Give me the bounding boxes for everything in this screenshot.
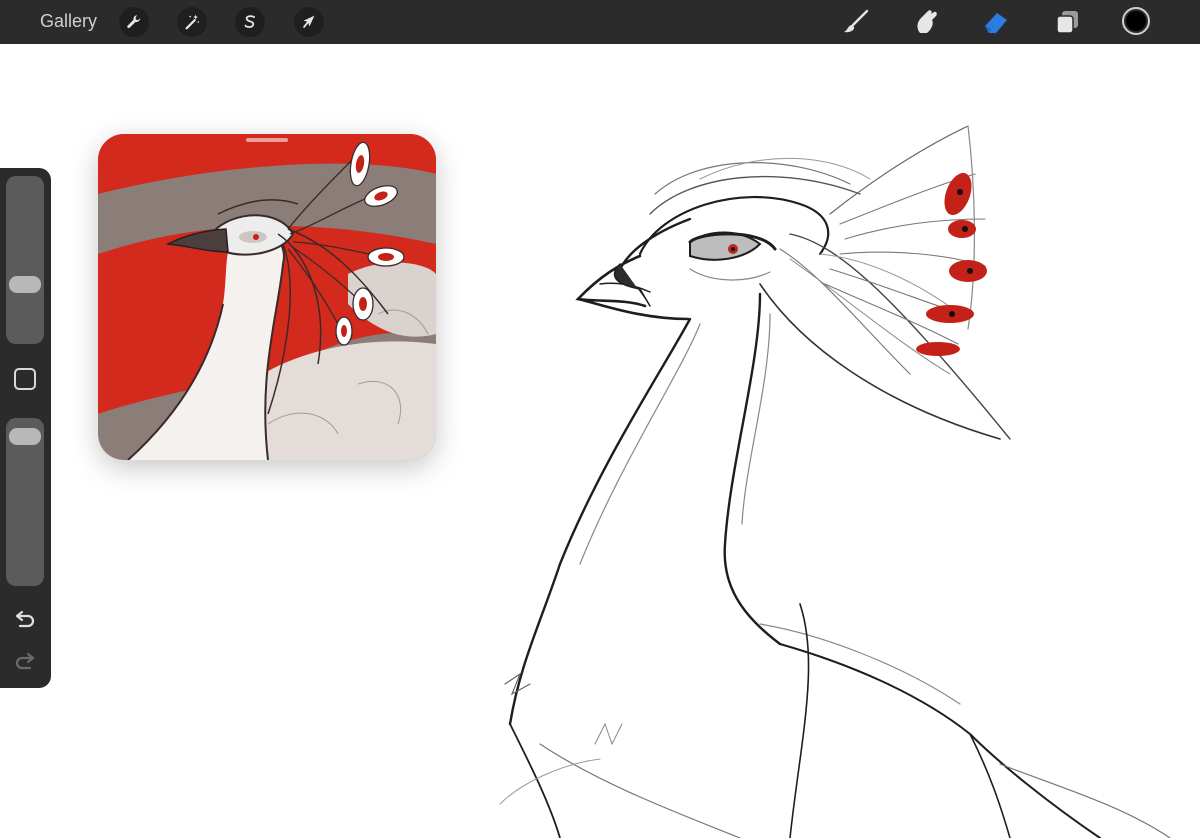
top-toolbar: Gallery (0, 0, 1200, 44)
opacity-thumb[interactable] (9, 428, 41, 446)
adjustments-wand-button[interactable] (177, 7, 207, 37)
reference-drag-handle[interactable] (246, 138, 288, 142)
layers-button[interactable] (1052, 6, 1084, 38)
modify-button[interactable] (14, 368, 36, 390)
transform-button[interactable] (294, 7, 324, 37)
redo-button[interactable] (13, 652, 37, 672)
smudge-finger-icon (917, 10, 937, 33)
brush-size-slider[interactable] (6, 176, 44, 344)
gallery-button[interactable]: Gallery (40, 11, 97, 32)
brush-icon (844, 9, 869, 33)
reference-image (98, 134, 436, 460)
selection-button[interactable] (235, 7, 265, 37)
smudge-button[interactable] (910, 6, 942, 38)
undo-icon (15, 610, 35, 628)
selection-s-icon (244, 15, 255, 28)
brush-size-thumb[interactable] (9, 276, 41, 294)
eraser-icon (984, 13, 1007, 33)
opacity-slider[interactable] (6, 418, 44, 586)
redo-icon (15, 652, 35, 670)
actions-wrench-button[interactable] (119, 7, 149, 37)
left-sidebar (0, 168, 51, 688)
brush-button[interactable] (840, 6, 872, 38)
magic-wand-icon (185, 14, 200, 30)
wrench-icon (127, 15, 141, 29)
color-picker-button[interactable] (1122, 7, 1150, 35)
undo-button[interactable] (13, 610, 37, 630)
eraser-button[interactable] (980, 6, 1012, 38)
layers-icon (1056, 11, 1078, 34)
drawing-canvas[interactable] (0, 44, 1200, 838)
reference-window[interactable] (98, 134, 436, 460)
arrow-cursor-icon (303, 15, 315, 28)
